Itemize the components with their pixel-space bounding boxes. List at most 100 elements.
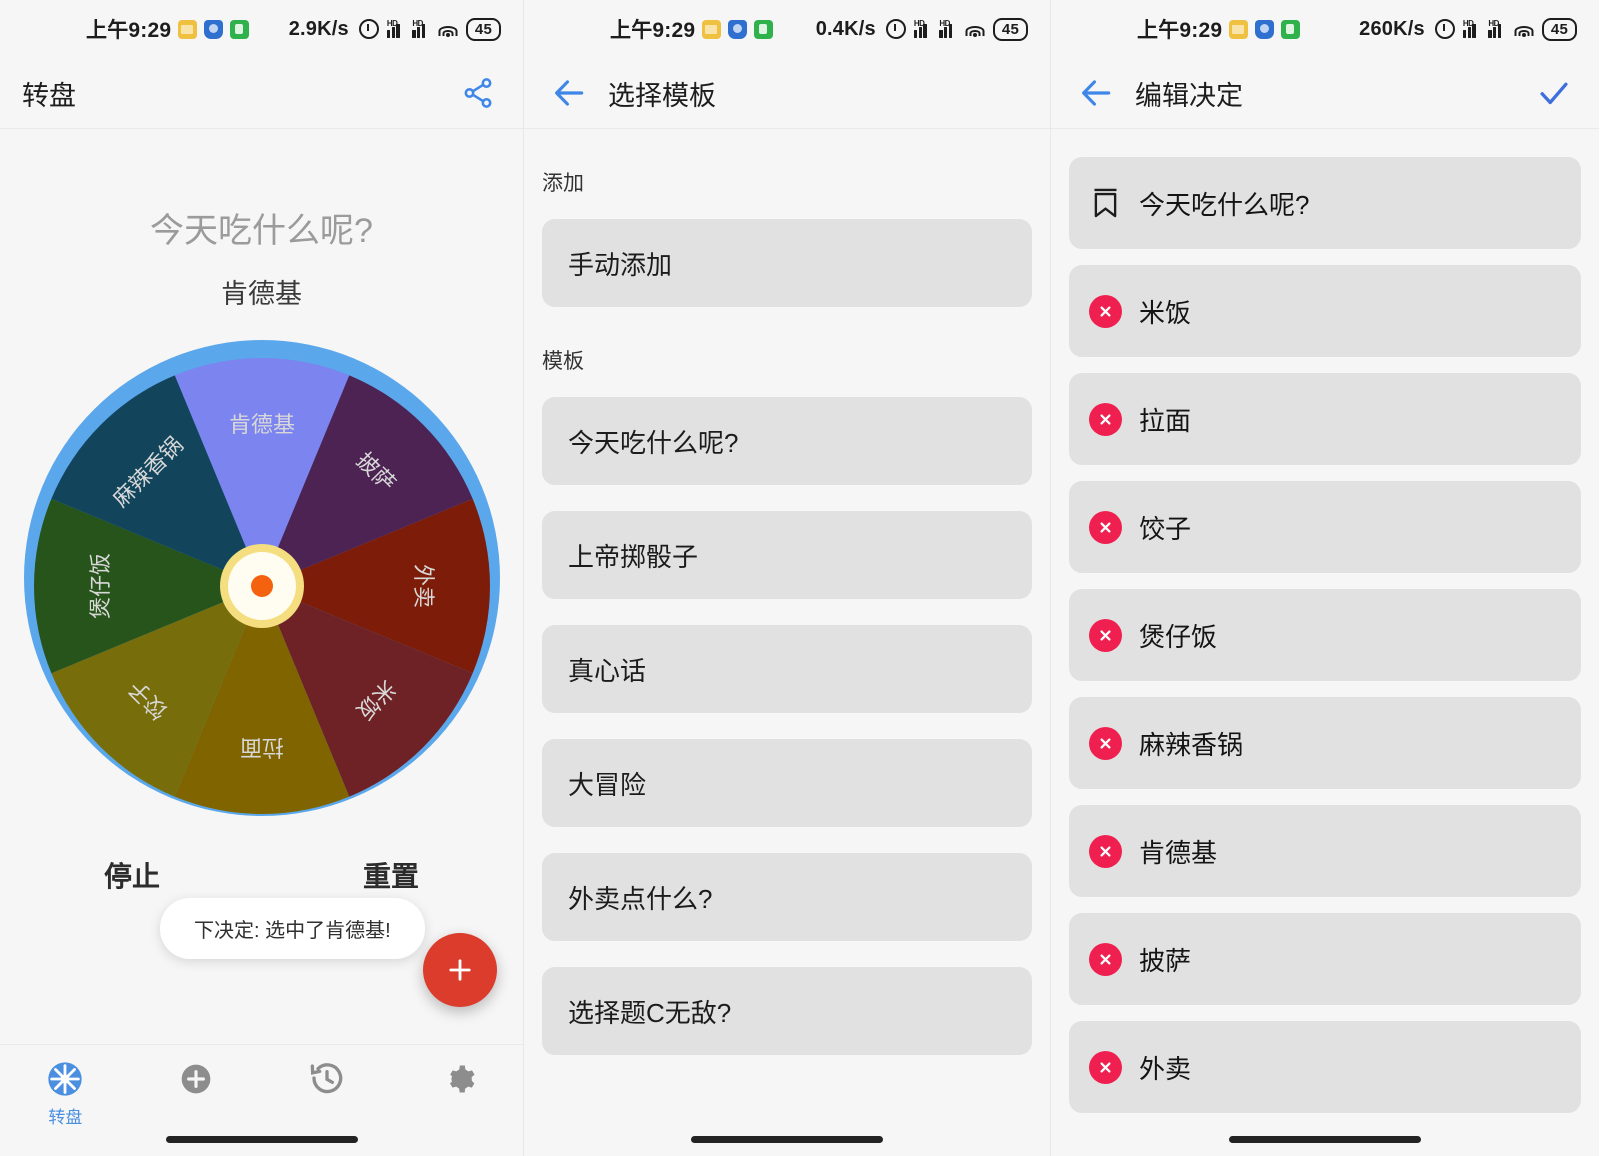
phone-icon (754, 19, 774, 39)
option-row[interactable]: 披萨 (1069, 913, 1581, 1005)
template-item[interactable]: 大冒险 (542, 739, 1032, 827)
add-item-list: 手动添加 (524, 219, 1050, 307)
option-row[interactable]: 麻辣香锅 (1069, 697, 1581, 789)
back-arrow-icon[interactable] (546, 70, 592, 116)
nav-item-settings[interactable] (392, 1059, 523, 1099)
wheel-result: 肯德基 (221, 279, 302, 309)
page-title: 选择模板 (608, 80, 716, 111)
appbar-wheel: 转盘 (0, 58, 523, 128)
wheel-title: 今天吃什么呢? (150, 212, 373, 250)
shield-icon (728, 19, 748, 39)
decision-title-row[interactable]: 今天吃什么呢? (1069, 157, 1581, 249)
divider (1051, 128, 1599, 129)
delete-circle-icon[interactable] (1089, 1050, 1122, 1084)
signal-icon: HD (939, 19, 957, 38)
screen-wheel: 上午9:29 2.9K/s HD HD 45 转盘 今天吃什么呢? 肯德基 肯德… (0, 0, 523, 1156)
template-item[interactable]: 外卖点什么? (542, 853, 1032, 941)
alarm-icon (1434, 19, 1455, 39)
home-indicator (691, 1136, 883, 1143)
section-label-template: 模板 (542, 350, 584, 373)
toast-message: 下决定: 选中了肯德基! (160, 898, 425, 959)
wheel-segment-label: 肯德基 (228, 412, 294, 437)
page-title: 转盘 (22, 80, 76, 111)
hd-label: HD (939, 19, 950, 28)
option-row[interactable]: 煲仔饭 (1069, 589, 1581, 681)
network-speed: 2.9K/s (288, 17, 349, 40)
network-speed: 0.4K/s (815, 17, 876, 40)
home-indicator (1229, 1136, 1421, 1143)
appbar-select-template: 选择模板 (524, 58, 1050, 128)
add-item-label: 手动添加 (568, 249, 673, 280)
delete-circle-icon[interactable] (1089, 834, 1122, 868)
template-item[interactable]: 真心话 (542, 625, 1032, 713)
template-item-label: 真心话 (568, 655, 647, 686)
template-item[interactable]: 今天吃什么呢? (542, 397, 1032, 485)
phone-icon (230, 19, 250, 39)
template-item-label: 上帝掷骰子 (568, 541, 699, 572)
hd-label: HD (386, 19, 398, 28)
confirm-check-icon[interactable] (1531, 70, 1577, 116)
hd-label: HD (1462, 19, 1474, 28)
option-label: 麻辣香锅 (1139, 729, 1244, 760)
option-row[interactable]: 肯德基 (1069, 805, 1581, 897)
delete-circle-icon[interactable] (1089, 402, 1122, 436)
nav-item-add[interactable] (131, 1059, 262, 1099)
option-label: 饺子 (1139, 513, 1192, 544)
option-label: 煲仔饭 (1139, 621, 1218, 652)
signal-icon: HD (412, 19, 430, 38)
add-item[interactable]: 手动添加 (542, 219, 1032, 307)
phone-icon (1281, 19, 1301, 39)
wheel-svg[interactable]: 肯德基披萨外卖米饭拉面饺子煲仔饭麻辣香锅 (21, 337, 503, 819)
share-icon[interactable] (455, 70, 501, 116)
back-arrow-icon[interactable] (1073, 70, 1119, 116)
gear-icon (449, 1065, 475, 1093)
wheel-segment-label: 外卖 (410, 564, 435, 608)
option-row[interactable]: 饺子 (1069, 481, 1581, 573)
bookmark-icon (1089, 185, 1122, 221)
option-row[interactable]: 米饭 (1069, 265, 1581, 357)
spin-wheel[interactable]: 肯德基 披萨 外卖 米饭 拉面 饺子 煲仔饭 麻辣香锅 (21, 337, 503, 819)
files-icon (702, 19, 722, 39)
screen-edit-decision: 上午9:29 260K/s HD HD 45 编辑决定 今天吃什么呢? 米饭 拉… (1050, 0, 1599, 1156)
template-item[interactable]: 上帝掷骰子 (542, 511, 1032, 599)
section-label-add: 添加 (542, 172, 584, 195)
option-row[interactable]: 外卖 (1069, 1021, 1581, 1113)
divider (524, 128, 1050, 129)
hd-label: HD (412, 19, 423, 28)
network-speed: 260K/s (1359, 17, 1425, 40)
signal-icon: HD (386, 19, 405, 38)
option-row[interactable]: 拉面 (1069, 373, 1581, 465)
wifi-icon (438, 21, 458, 38)
reset-button[interactable]: 重置 (363, 855, 419, 895)
nav-item-wheel[interactable]: 转盘 (0, 1059, 131, 1128)
delete-circle-icon[interactable] (1089, 942, 1122, 976)
shield-icon (204, 19, 224, 39)
template-item-label: 今天吃什么呢? (568, 427, 739, 458)
history-icon (310, 1063, 343, 1094)
wifi-icon (1514, 21, 1534, 38)
option-label: 披萨 (1139, 945, 1192, 976)
screenshot-root: 上午9:29 2.9K/s HD HD 45 转盘 今天吃什么呢? 肯德基 肯德… (0, 0, 1600, 1156)
nav-item-history[interactable] (262, 1059, 393, 1099)
wifi-icon (965, 21, 985, 38)
divider (0, 128, 523, 129)
option-label: 拉面 (1139, 405, 1192, 436)
status-time: 上午9:29 (610, 19, 696, 42)
delete-circle-icon[interactable] (1089, 510, 1122, 544)
alarm-icon (885, 19, 906, 39)
template-list: 今天吃什么呢? 上帝掷骰子真心话大冒险外卖点什么? 选择题C无敌? (524, 397, 1050, 1055)
battery-icon: 45 (465, 17, 501, 41)
battery-icon: 45 (992, 17, 1028, 41)
delete-circle-icon[interactable] (1089, 726, 1122, 760)
stop-button[interactable]: 停止 (104, 855, 160, 895)
option-label: 肯德基 (1139, 837, 1218, 868)
template-item[interactable]: 选择题C无敌? (542, 967, 1032, 1055)
home-indicator (165, 1136, 358, 1143)
battery-icon: 45 (1541, 17, 1577, 41)
add-decision-fab[interactable] (423, 933, 497, 1007)
status-time: 上午9:29 (1137, 19, 1223, 42)
wheel-segment-label: 煲仔饭 (88, 553, 113, 619)
status-bar-3: 上午9:29 260K/s HD HD 45 (1051, 0, 1599, 58)
delete-circle-icon[interactable] (1089, 618, 1122, 652)
delete-circle-icon[interactable] (1089, 294, 1122, 328)
